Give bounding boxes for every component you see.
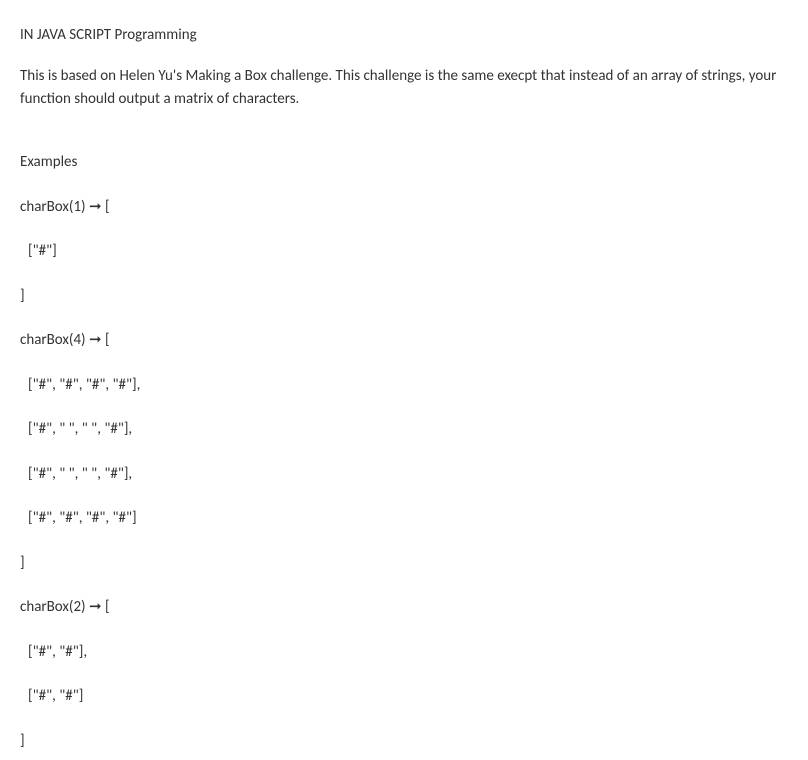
examples-heading: Examples: [20, 151, 788, 174]
example-3-row: ["#", "#"],: [20, 641, 788, 664]
example-1-row: ["#"]: [20, 240, 788, 263]
example-3-row: ["#", "#"]: [20, 685, 788, 708]
document-title: IN JAVA SCRIPT Programming: [20, 24, 788, 47]
example-2-row: ["#", " ", " ", "#"],: [20, 418, 788, 441]
example-1-call: charBox(1) ➞ [: [20, 196, 788, 219]
example-2-close: ]: [20, 552, 788, 575]
example-3-close: ]: [20, 730, 788, 753]
example-2-row: ["#", "#", "#", "#"],: [20, 374, 788, 397]
example-2-row: ["#", "#", "#", "#"]: [20, 507, 788, 530]
example-2-row: ["#", " ", " ", "#"],: [20, 463, 788, 486]
example-2-call: charBox(4) ➞ [: [20, 329, 788, 352]
example-3-call: charBox(2) ➞ [: [20, 596, 788, 619]
example-1-close: ]: [20, 285, 788, 308]
document-description: This is based on Helen Yu's Making a Box…: [20, 65, 788, 112]
